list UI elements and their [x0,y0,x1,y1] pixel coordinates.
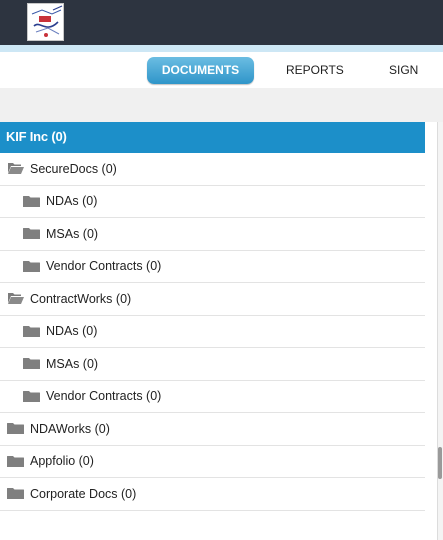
tab-documents[interactable]: DOCUMENTS [147,57,254,84]
tree-root-item[interactable]: KIF Inc (0) [0,122,425,153]
tree-item-contractworks[interactable]: ContractWorks (0) [0,283,425,316]
tree-item-ndaworks[interactable]: NDAWorks (0) [0,413,425,446]
tree-item-label: ContractWorks (0) [30,291,132,306]
header-accent-strip [0,45,443,52]
tree-item-label: SecureDocs (0) [30,161,117,176]
tree-item-label: Corporate Docs (0) [30,486,137,501]
main-nav: DOCUMENTS REPORTS SIGN [0,52,443,88]
folder-icon [7,455,24,468]
folder-open-icon [7,162,24,175]
folder-tree: KIF Inc (0) SecureDocs (0) NDAs (0) MSAs… [0,122,425,511]
tab-reports[interactable]: REPORTS [286,57,344,84]
tree-item-label: MSAs (0) [46,226,99,241]
folder-icon [23,357,40,370]
folder-icon [23,325,40,338]
folder-icon [23,260,40,273]
folder-open-icon [7,292,24,305]
folder-icon [7,487,24,500]
scrollbar-thumb[interactable] [438,447,442,479]
tree-item-label: Appfolio (0) [30,454,94,469]
folder-icon [7,422,24,435]
top-header [0,0,443,45]
tree-item-msas[interactable]: MSAs (0) [0,218,425,251]
tab-sign[interactable]: SIGN [389,57,418,84]
company-logo[interactable] [27,3,64,41]
tree-item-label: MSAs (0) [46,356,99,371]
tree-item-label: NDAs (0) [46,324,98,339]
tree-item-ndas[interactable]: NDAs (0) [0,316,425,348]
tree-item-vendor-contracts[interactable]: Vendor Contracts (0) [0,381,425,413]
folder-icon [23,390,40,403]
tree-item-securedocs[interactable]: SecureDocs (0) [0,153,425,186]
tree-item-label: Vendor Contracts (0) [46,259,162,274]
toolbar-area [0,88,443,122]
folder-icon [23,227,40,240]
tree-item-vendor-contracts[interactable]: Vendor Contracts (0) [0,251,425,283]
tree-item-appfolio[interactable]: Appfolio (0) [0,446,425,478]
tree-item-label: NDAs (0) [46,194,98,209]
tree-item-msas[interactable]: MSAs (0) [0,348,425,381]
tree-item-label: NDAWorks (0) [30,421,110,436]
tree-item-label: Vendor Contracts (0) [46,389,162,404]
folder-icon [23,195,40,208]
tree-item-corporate-docs[interactable]: Corporate Docs (0) [0,478,425,511]
tree-item-ndas[interactable]: NDAs (0) [0,186,425,218]
